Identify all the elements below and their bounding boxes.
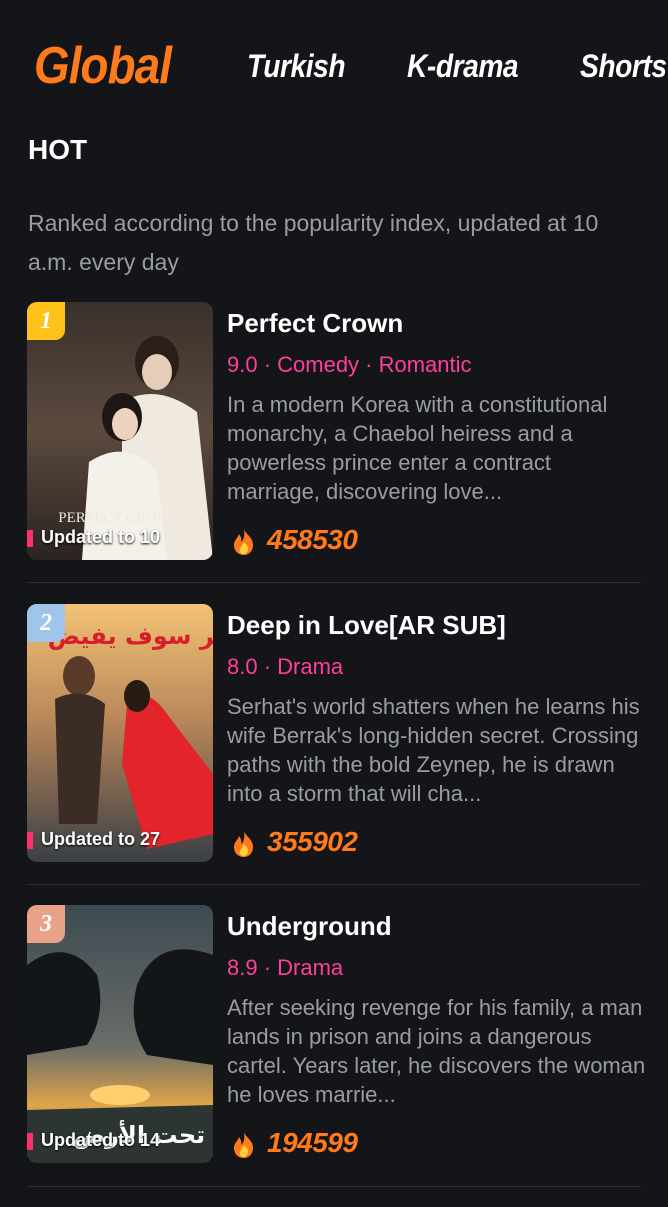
list-item[interactable]: PERFECT CROWN 1 Updated to 10 Perfect Cr… [0,302,668,604]
fire-icon [234,1132,253,1158]
item-meta: 8.9 · Drama [227,955,344,980]
tab-turkish[interactable]: Turkish [247,48,346,85]
item-description: After seeking revenge for his family, a … [227,993,647,1109]
item-meta: 8.0 · Drama [227,654,344,679]
divider [27,582,641,583]
tab-shorts[interactable]: Shorts [580,48,667,85]
poster-title-text: PERFECT CROWN [58,510,182,526]
item-meta: 9.0 · Comedy · Romantic [227,352,472,377]
list-item[interactable]: هذا البحر سوف يفيض 2 Updated to 27 Deep … [0,604,668,906]
poster-art: PERFECT CROWN [27,302,213,560]
item-title[interactable]: Perfect Crown [227,308,403,339]
section-title: HOT [28,134,88,165]
ranking-description: Ranked according to the popularity index… [28,210,599,275]
description-text: In a modern Korea with a constitutional … [227,392,608,504]
category-tabs: Global Turkish K-drama Shorts [0,36,668,106]
item-description: Serhat's world shatters when he learns h… [227,692,647,808]
rank-badge: 2 [27,604,65,642]
updated-label: Updated to 14 [27,1130,160,1151]
poster-title-text: هذا البحر سوف يفيض [48,622,213,650]
rank-badge: 1 [27,302,65,340]
list-item[interactable]: تحت الأرض 3 Updated to 14 Underground 8.… [0,905,668,1207]
poster-image[interactable]: PERFECT CROWN 1 Updated to 10 [27,302,213,560]
description-text: Serhat's world shatters when he learns h… [227,694,640,806]
description-text: After seeking revenge for his family, a … [227,995,646,1107]
poster-image[interactable]: تحت الأرض 3 Updated to 14 [27,905,213,1163]
tab-k-drama[interactable]: K-drama [407,48,519,85]
rank-badge: 3 [27,905,65,943]
item-description: In a modern Korea with a constitutional … [227,390,647,506]
poster-art: هذا البحر سوف يفيض [27,604,213,862]
updated-label: Updated to 27 [27,829,160,850]
rank-number: 1 [40,308,52,334]
item-title[interactable]: Deep in Love[AR SUB] [227,610,506,641]
rank-number: 3 [40,911,52,937]
item-title[interactable]: Underground [227,911,392,942]
fire-icon [234,831,253,857]
rank-number: 2 [40,610,52,636]
popularity-count: 355902 [267,826,358,857]
popularity-count: 458530 [267,524,358,555]
divider [27,884,641,885]
popularity-count: 194599 [267,1127,358,1158]
divider [27,1186,641,1187]
poster-image[interactable]: هذا البحر سوف يفيض 2 Updated to 27 [27,604,213,862]
tab-global[interactable]: Global [34,36,172,96]
poster-art: تحت الأرض [27,905,213,1163]
updated-label: Updated to 10 [27,527,160,548]
fire-icon [234,529,253,555]
